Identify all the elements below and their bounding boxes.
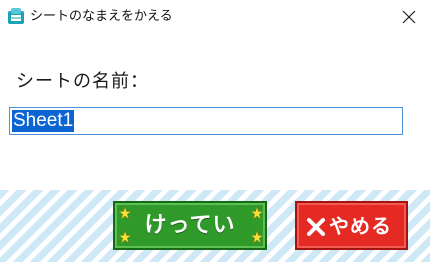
x-icon (307, 218, 325, 236)
close-button[interactable] (392, 2, 426, 32)
sheet-name-value[interactable]: Sheet1 (12, 110, 75, 132)
title-bar: シートのなまえをかえる (0, 0, 430, 34)
sheet-name-input[interactable]: Sheet1 (9, 107, 403, 135)
ok-button-label: けってい (144, 213, 236, 238)
cancel-button[interactable]: やめる (295, 201, 408, 250)
sheet-name-label: シートの名前： (16, 71, 149, 92)
close-icon (402, 10, 416, 24)
ok-button[interactable]: けってい (113, 201, 267, 250)
window-title: シートのなまえをかえる (30, 9, 173, 24)
cancel-button-label: やめる (329, 214, 392, 238)
app-icon (8, 8, 24, 24)
